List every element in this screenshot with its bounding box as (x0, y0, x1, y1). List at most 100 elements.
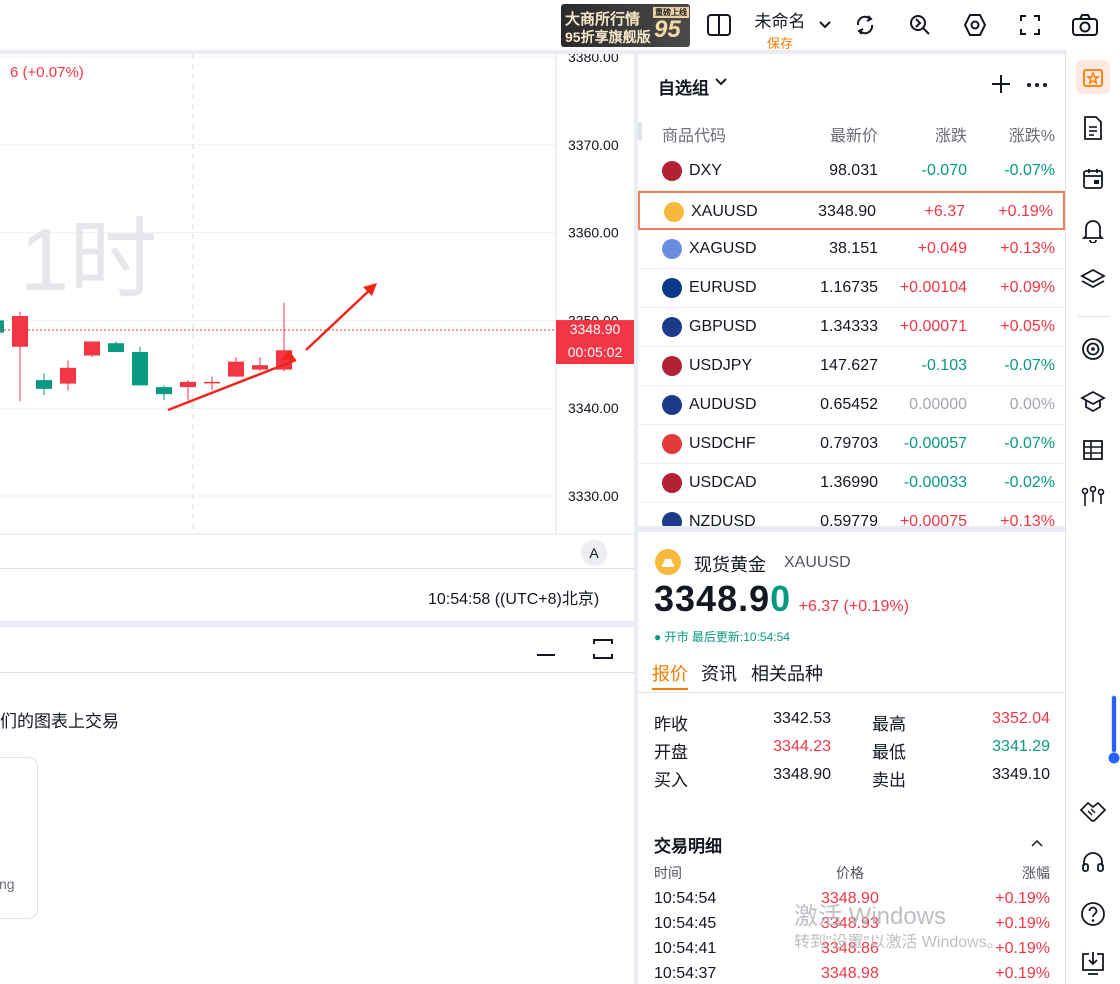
candle-body (12, 316, 28, 347)
handshake-icon[interactable] (1076, 794, 1110, 828)
watchlist-last: 147.627 (820, 357, 878, 374)
calendar-icon[interactable] (1076, 162, 1110, 196)
us-flag-icon (662, 161, 682, 181)
watchlist-chevron-icon[interactable] (714, 77, 728, 87)
sync-icon[interactable] (850, 10, 880, 40)
header-change-pct[interactable]: 涨跌% (1009, 122, 1055, 146)
annotation-arrow-2 (305, 285, 375, 351)
header-last[interactable]: 最新价 (830, 122, 878, 146)
candle-body (84, 341, 100, 356)
watchlist-row[interactable]: DXY 98.031 -0.070 -0.07% (638, 152, 1065, 191)
tab-related[interactable]: 相关品种 (751, 660, 823, 686)
watchlist-last: 1.16735 (820, 279, 878, 296)
watchlist-row[interactable]: USDCHF 0.79703 -0.00057 -0.07% (638, 425, 1065, 464)
trades-header-time: 时间 (654, 865, 682, 881)
tab-news[interactable]: 资讯 (701, 660, 737, 686)
collapse-icon[interactable] (1030, 838, 1044, 848)
y-tick-label: 3330.00 (568, 488, 619, 504)
y-tick-label: 3340.00 (568, 400, 619, 416)
minimize-icon[interactable] (537, 654, 555, 656)
watchlist-last: 0.59779 (820, 513, 878, 526)
watchlist-pct: -0.07% (1004, 162, 1055, 179)
network-nodes-icon[interactable] (1076, 480, 1110, 514)
stat-label: 买入 (654, 771, 688, 790)
price-chart[interactable]: 1时 3380.003370.003360.003350.003340.0033… (0, 54, 634, 568)
watchlist-row[interactable]: USDCAD 1.36990 -0.00033 -0.02% (638, 464, 1065, 503)
help-icon[interactable] (1076, 897, 1110, 931)
watchlist-star-icon[interactable] (1076, 60, 1110, 94)
auto-scale-button[interactable]: A (581, 540, 607, 566)
watchlist-pct: -0.07% (1004, 357, 1055, 374)
symbol-detail-panel: 现货黄金 XAUUSD 3348.90 +6.37 (+0.19%) ● 开市 … (638, 532, 1065, 984)
watchlist-last: 1.34333 (820, 318, 878, 335)
alert-bell-icon[interactable] (1076, 213, 1110, 247)
watchlist-row[interactable]: XAGUSD 38.151 +0.049 +0.13% (638, 230, 1065, 269)
camera-icon[interactable] (1070, 10, 1100, 40)
headset-icon[interactable] (1076, 846, 1110, 880)
trade-on-chart-text: 们的图表上交易 (0, 712, 119, 731)
watchlist-header: 商品代码 最新价 涨跌 涨跌% (638, 120, 1065, 146)
alert-search-icon[interactable] (905, 10, 935, 40)
watchlist-pct: -0.07% (1004, 435, 1055, 452)
chevron-down-icon[interactable] (812, 10, 838, 40)
activation-subtitle: 转到"设置"以激活 Windows。 (794, 934, 1003, 951)
y-tick-label: 3360.00 (568, 225, 619, 241)
price-change: +6.37 (+0.19%) (798, 598, 909, 615)
stat-value: 3342.53 (773, 710, 831, 727)
grid-table-icon[interactable] (1076, 433, 1110, 467)
watchlist-row[interactable]: AUDUSD 0.65452 0.00000 0.00% (638, 386, 1065, 425)
y-tick-label: 3380.00 (568, 54, 619, 65)
tab-quote[interactable]: 报价 (652, 660, 688, 686)
watchlist-pct: -0.02% (1004, 474, 1055, 491)
price-last-digit: 0 (770, 578, 791, 619)
watchlist-row[interactable]: GBPUSD 1.34333 +0.00071 +0.05% (638, 308, 1065, 347)
trades-header-pct: 涨幅 (1022, 865, 1050, 881)
maximize-icon[interactable] (592, 638, 614, 660)
doc-name-button[interactable]: 未命名 保存 (752, 7, 808, 52)
broker-card-text: ng (0, 876, 15, 892)
gold-flag-icon (664, 202, 684, 222)
scroll-thermometer[interactable] (1108, 694, 1120, 764)
chart-time-bar: 10:54:58 ((UTC+8)北京) (0, 569, 634, 621)
watchlist-row[interactable]: USDJPY 147.627 -0.103 -0.07% (638, 347, 1065, 386)
promo-number: 95 (654, 16, 681, 43)
symbol-price: 3348.90 +6.37 (+0.19%) (654, 578, 909, 620)
trade-time: 10:54:41 (654, 940, 717, 957)
layers-icon[interactable] (1076, 262, 1110, 296)
watchlist-sym: USDCHF (689, 435, 756, 452)
watchlist-pct: 0.00% (1009, 396, 1055, 413)
add-symbol-icon[interactable] (990, 73, 1012, 95)
chart-watermark: 1时 (20, 210, 157, 309)
watchlist-title[interactable]: 自选组 (658, 74, 709, 99)
watchlist-row[interactable]: XAUUSD 3348.90 +6.37 +0.19% (638, 191, 1065, 230)
download-screen-icon[interactable] (1076, 946, 1110, 980)
header-marker (638, 122, 642, 140)
stat-value: 3348.90 (773, 766, 831, 783)
watchlist-pct: +0.13% (1000, 513, 1055, 526)
watchlist-sym: AUDUSD (689, 396, 757, 413)
timezone-label[interactable]: 10:54:58 ((UTC+8)北京) (428, 585, 599, 609)
gold-icon (655, 549, 681, 575)
more-options-icon[interactable] (1026, 81, 1048, 89)
education-cap-icon[interactable] (1076, 384, 1110, 418)
broker-card[interactable]: ng (0, 757, 38, 919)
trades-header-price: 价格 (836, 865, 864, 881)
watchlist-pct: +0.09% (1000, 279, 1055, 296)
target-icon[interactable] (1076, 332, 1110, 366)
candle-body (0, 320, 4, 333)
notes-icon[interactable] (1076, 111, 1110, 145)
trade-pct: +0.19% (995, 965, 1050, 982)
layout-split-icon[interactable] (704, 10, 734, 40)
settings-hexagon-icon[interactable] (960, 10, 990, 40)
watchlist-row[interactable]: EURUSD 1.16735 +0.00104 +0.09% (638, 269, 1065, 308)
fullscreen-icon[interactable] (1015, 10, 1045, 40)
watchlist-last: 1.36990 (820, 474, 878, 491)
watchlist-row[interactable]: NZDUSD 0.59779 +0.00075 +0.13% (638, 503, 1065, 526)
header-symbol[interactable]: 商品代码 (662, 122, 726, 146)
header-change[interactable]: 涨跌 (935, 122, 967, 146)
watchlist-sym: GBPUSD (689, 318, 757, 335)
promo-banner[interactable]: 大商所行情 95折享旗舰版 重磅上线 95 (561, 4, 690, 47)
watchlist-last: 3348.90 (818, 203, 876, 220)
watchlist-pct: +0.19% (998, 203, 1053, 220)
watchlist-chg: -0.00033 (903, 474, 967, 491)
